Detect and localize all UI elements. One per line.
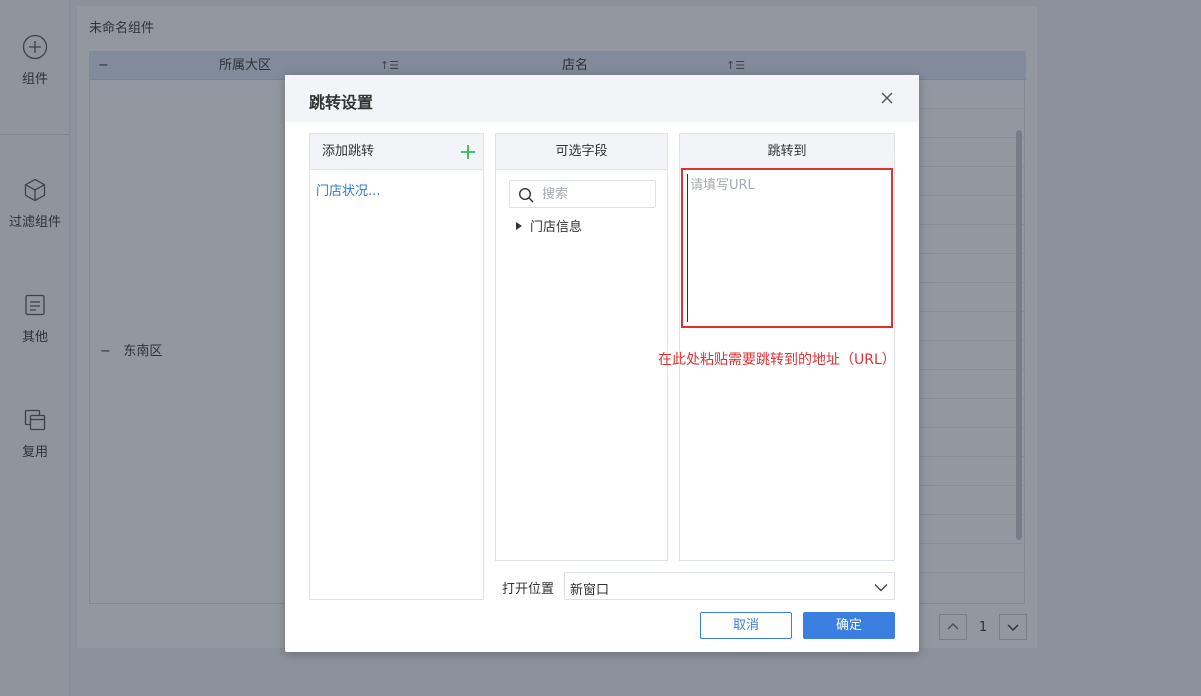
jump-list-panel: 添加跳转 门店状况...: [309, 133, 484, 600]
url-annotation: 在此处粘贴需要跳转到的地址（URL）: [658, 352, 896, 368]
search-icon: [518, 187, 534, 203]
url-input[interactable]: [687, 174, 887, 322]
tree-item-store-info[interactable]: 门店信息: [516, 216, 582, 235]
jump-target-header: 跳转到: [680, 134, 894, 170]
dialog-header: 跳转设置: [285, 75, 919, 122]
caret-right-icon[interactable]: [516, 221, 522, 230]
dialog-title: 跳转设置: [309, 93, 374, 112]
chevron-down-icon: [874, 584, 888, 592]
search-input[interactable]: [542, 185, 650, 203]
jump-list-item[interactable]: 门店状况...: [316, 180, 380, 199]
cancel-button[interactable]: 取消: [700, 612, 792, 639]
open-position-label: 打开位置: [502, 582, 555, 597]
jump-settings-dialog: 跳转设置 添加跳转 门店状况... 可选字段 门店信息 跳转到 在此处粘贴需要跳…: [285, 75, 919, 652]
jump-list-title: 添加跳转: [322, 144, 375, 159]
open-position-select[interactable]: 新窗口: [564, 572, 895, 600]
field-search-box: [509, 180, 656, 208]
confirm-button[interactable]: 确定: [803, 612, 895, 639]
fields-panel: 可选字段 门店信息: [495, 133, 668, 561]
jump-list-header: 添加跳转: [310, 134, 483, 170]
fields-header: 可选字段: [496, 134, 667, 170]
tree-item-label: 门店信息: [530, 220, 583, 235]
open-position-value: 新窗口: [570, 583, 610, 598]
plus-icon[interactable]: [459, 143, 477, 161]
url-input-highlight: [681, 168, 893, 328]
close-icon[interactable]: [879, 90, 895, 106]
